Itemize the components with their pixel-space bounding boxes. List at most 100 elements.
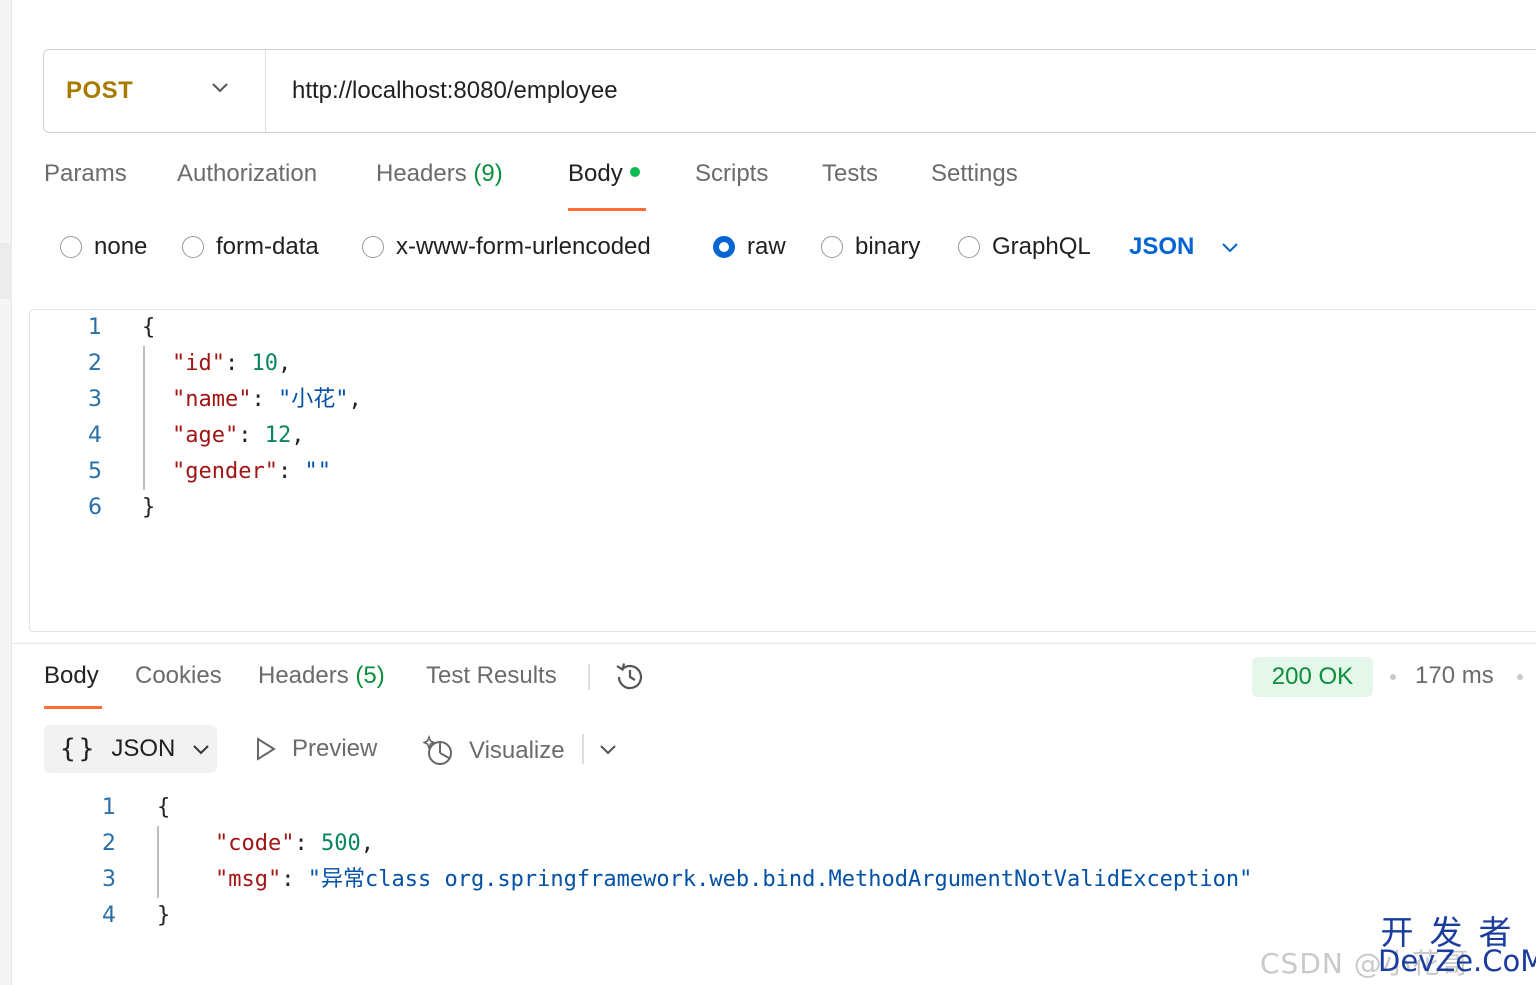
radio-circle	[821, 236, 843, 258]
indent-guide	[143, 346, 145, 490]
headers-count: (9)	[473, 160, 503, 187]
json-key: "code"	[215, 831, 295, 856]
line-number: 1	[88, 315, 102, 340]
json-key: "age"	[172, 423, 239, 448]
tab-settings[interactable]: Settings	[931, 160, 1018, 188]
code-line: "id": 10,	[172, 351, 292, 376]
radio-circle-selected	[713, 236, 735, 258]
line-number: 4	[88, 423, 102, 448]
line-number: 2	[88, 351, 102, 376]
response-body-viewer[interactable]: 1 2 3 4 { "code": 500, "msg": "异常class o…	[0, 790, 1536, 950]
json-value: 10	[251, 351, 278, 376]
radio-graphql[interactable]: GraphQL	[958, 233, 1091, 261]
code-close-brace: }	[157, 903, 171, 928]
radio-label: raw	[747, 233, 786, 260]
json-value: 12	[264, 423, 292, 448]
request-url-bar: POST http://localhost:8080/employee	[43, 49, 1536, 133]
line-number: 5	[88, 459, 102, 484]
visualize-label: Visualize	[469, 737, 565, 764]
raw-format-label: JSON	[1129, 233, 1195, 260]
json-key: "msg"	[215, 867, 282, 892]
radio-circle	[60, 236, 82, 258]
preview-label: Preview	[292, 735, 378, 762]
chevron-down-icon	[212, 83, 228, 93]
radio-urlencoded[interactable]: x-www-form-urlencoded	[362, 233, 651, 261]
json-value: "小花"	[277, 387, 349, 412]
visualize-button[interactable]: Visualize	[423, 735, 565, 767]
radio-form-data[interactable]: form-data	[182, 233, 319, 261]
line-number: 6	[88, 495, 102, 520]
resp-tab-cookies[interactable]: Cookies	[135, 662, 222, 690]
separator-dot	[1390, 674, 1396, 680]
method-label: POST	[66, 77, 134, 104]
radio-label: form-data	[216, 233, 319, 260]
line-number: 3	[102, 867, 116, 892]
code-line: "age": 12,	[172, 423, 305, 448]
active-tab-underline	[44, 706, 102, 709]
tab-scripts[interactable]: Scripts	[695, 160, 768, 188]
tab-authorization[interactable]: Authorization	[177, 160, 317, 188]
radio-label: none	[94, 233, 148, 260]
raw-format-dropdown[interactable]: JSON	[1129, 233, 1240, 261]
code-close-brace: }	[142, 495, 156, 520]
tab-body-label: Body	[568, 160, 623, 187]
braces-icon: {}	[60, 734, 98, 764]
response-format-label: JSON	[111, 735, 176, 762]
code-line: "msg": "异常class org.springframework.web.…	[215, 867, 1253, 892]
tab-headers[interactable]: Headers (9)	[376, 160, 503, 188]
line-number: 1	[102, 795, 116, 820]
radio-raw[interactable]: raw	[713, 233, 786, 261]
radio-none[interactable]: none	[60, 233, 147, 261]
json-key: "name"	[172, 387, 252, 412]
radio-circle	[958, 236, 980, 258]
status-badge[interactable]: 200 OK	[1252, 657, 1373, 697]
tab-body[interactable]: Body	[568, 160, 640, 188]
resp-tab-test-results[interactable]: Test Results	[426, 662, 557, 690]
line-number: 2	[102, 831, 116, 856]
tab-params[interactable]: Params	[44, 160, 127, 188]
resp-headers-count: (5)	[355, 662, 385, 689]
play-icon	[257, 737, 276, 761]
chevron-down-icon[interactable]	[598, 742, 618, 756]
code-open-brace: {	[157, 795, 171, 820]
chevron-down-icon	[1222, 243, 1239, 253]
response-format-dropdown[interactable]: {} JSON	[44, 725, 217, 773]
devze-logo: 开发者 DevZe.CoM	[1378, 916, 1536, 980]
radio-circle	[182, 236, 204, 258]
body-indicator-dot	[629, 167, 640, 177]
tab-tests[interactable]: Tests	[822, 160, 878, 188]
response-time[interactable]: 170 ms	[1415, 662, 1494, 690]
separator-dot	[1517, 674, 1523, 680]
code-open-brace: {	[142, 315, 156, 340]
line-number: 3	[88, 387, 102, 412]
radio-label: x-www-form-urlencoded	[396, 233, 651, 260]
json-value: ""	[304, 459, 331, 484]
logo-en-text: DevZe.CoM	[1378, 944, 1536, 978]
request-body-editor[interactable]: 1 2 3 4 5 6 { "id": 10, "name": "小花", "a…	[29, 309, 1536, 632]
tab-headers-label: Headers	[376, 160, 467, 187]
json-key: "gender"	[172, 459, 278, 484]
json-value: 500	[320, 831, 361, 856]
resp-tab-body[interactable]: Body	[44, 662, 99, 690]
toolbar-separator	[582, 734, 584, 764]
url-input[interactable]: http://localhost:8080/employee	[266, 77, 618, 105]
code-line: "name": "小花",	[172, 387, 362, 412]
resp-headers-label: Headers	[258, 662, 349, 689]
radio-binary[interactable]: binary	[821, 233, 920, 261]
chevron-down-icon	[193, 745, 210, 755]
resp-tab-headers[interactable]: Headers (5)	[258, 662, 385, 690]
radio-label: GraphQL	[992, 233, 1091, 260]
body-type-selector: none form-data x-www-form-urlencoded raw…	[0, 233, 1536, 269]
method-dropdown[interactable]: POST	[44, 50, 266, 132]
pane-divider[interactable]	[12, 643, 1536, 644]
radio-circle	[362, 236, 384, 258]
visualize-sparkle-icon	[423, 735, 452, 765]
toolbar-separator	[588, 664, 590, 690]
json-key: "id"	[172, 351, 225, 376]
indent-guide	[157, 826, 159, 898]
preview-button[interactable]: Preview	[254, 735, 377, 763]
json-value: "异常class org.springframework.web.bind.Me…	[307, 867, 1253, 892]
history-icon[interactable]	[613, 660, 647, 694]
line-number: 4	[102, 903, 116, 928]
code-line: "gender": ""	[172, 459, 331, 484]
